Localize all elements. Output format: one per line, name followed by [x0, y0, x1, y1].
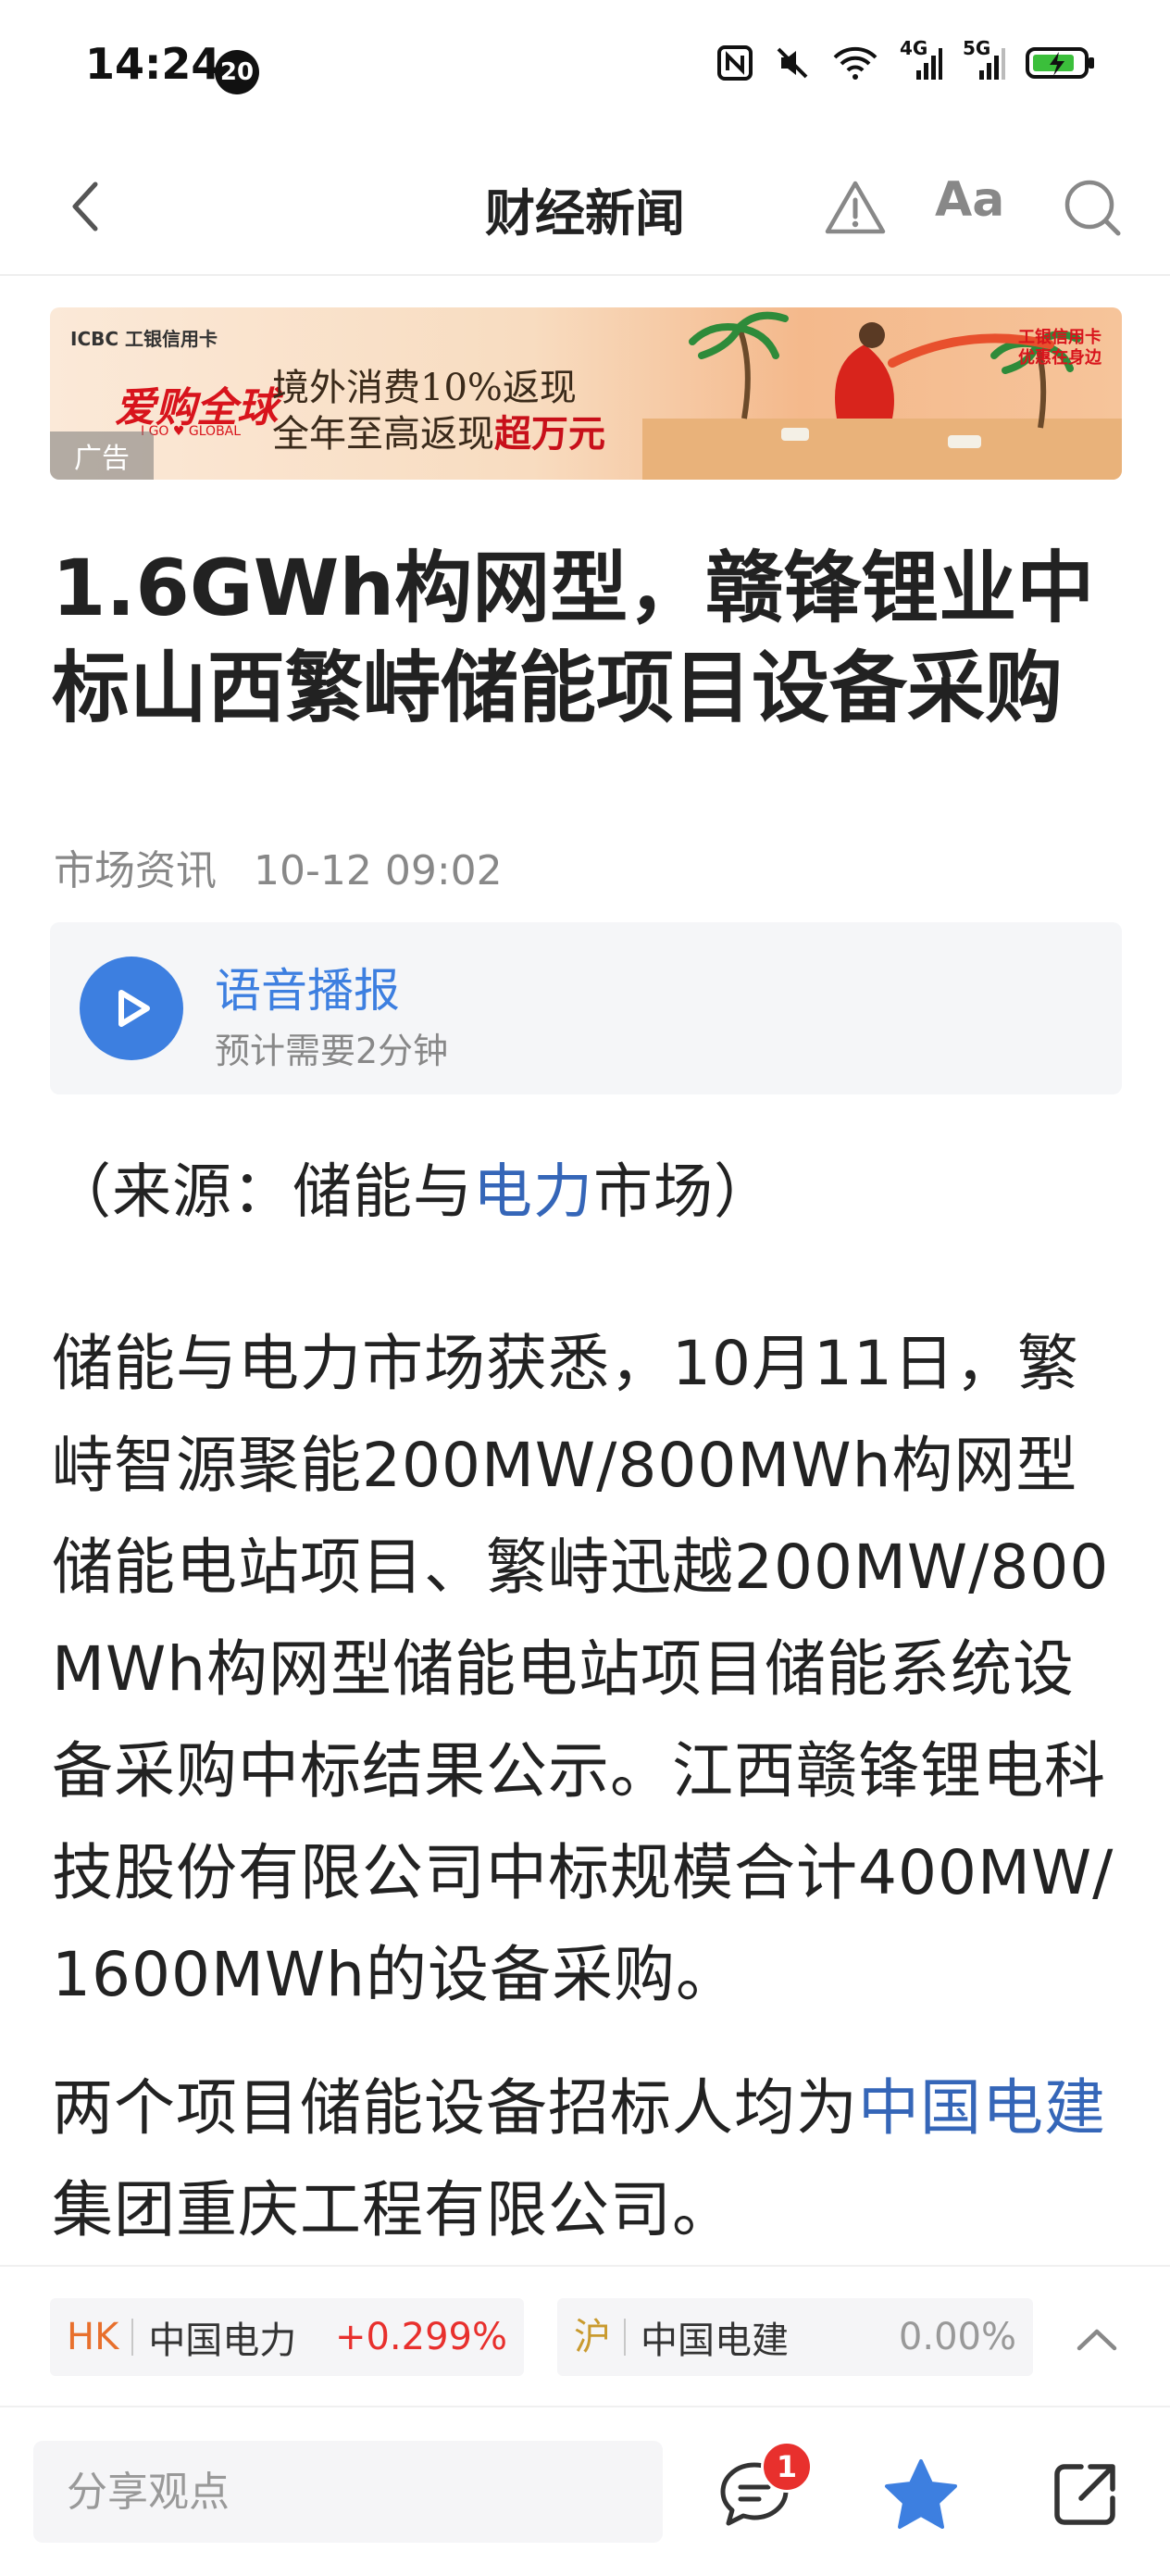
share-button[interactable]: [1048, 2457, 1122, 2532]
favorite-button[interactable]: [879, 2454, 963, 2537]
audio-broadcast-card[interactable]: 语音播报 预计需要2分钟: [50, 922, 1122, 1094]
ad-subline: 全年至高返现超万元: [272, 412, 605, 456]
play-icon: [118, 990, 150, 1027]
wifi-icon: [831, 44, 879, 81]
signal-5g-icon: 5G: [963, 37, 1005, 81]
related-stocks-bar: HK 中国电力 +0.299% 沪 中国电建 0.00%: [0, 2265, 1170, 2406]
stock-chip-powerchina[interactable]: 沪 中国电建 0.00%: [557, 2298, 1033, 2376]
share-icon: [1054, 2464, 1115, 2525]
ad-label: 广告: [50, 431, 154, 480]
stock-exchange: HK: [50, 2319, 134, 2356]
search-button[interactable]: [1059, 174, 1126, 241]
comment-count-badge: 1: [761, 2441, 813, 2493]
article-paragraph-2: 两个项目储能设备招标人均为中国电建集团重庆工程有限公司。: [52, 2072, 1106, 2245]
mute-icon: [774, 44, 811, 81]
source-line: （来源：储能与电力市场）: [52, 1158, 774, 1227]
link-powerchina[interactable]: 中国电建: [858, 2072, 1106, 2144]
ad-logo-sub: I GO ♥ GLOBAL: [141, 424, 242, 439]
report-button[interactable]: [822, 174, 889, 241]
ad-banner[interactable]: ICBC 工银信用卡 爱购全球 I GO ♥ GLOBAL 境外消费10%返现 …: [50, 307, 1122, 480]
status-icons: 4G 5G: [716, 37, 1096, 81]
status-bar: 14:24 20 4G 5G: [0, 0, 1170, 139]
stock-change: 0.00%: [898, 2316, 1016, 2358]
battery-icon: [1026, 44, 1096, 81]
warning-icon: [825, 181, 886, 234]
stock-change: +0.299%: [334, 2316, 507, 2358]
signal-4g-icon: 4G: [900, 37, 942, 81]
nav-bar: 财经新闻 Aa: [0, 139, 1170, 276]
audio-title: 语音播报: [215, 964, 400, 1018]
stock-chip-china-power[interactable]: HK 中国电力 +0.299%: [50, 2298, 524, 2376]
stock-exchange: 沪: [557, 2319, 626, 2356]
font-size-button[interactable]: Aa: [935, 172, 1004, 228]
search-icon: [1064, 180, 1121, 236]
star-icon: [885, 2459, 957, 2529]
article-meta: 市场资讯 10-12 09:02: [54, 837, 527, 896]
audio-duration: 预计需要2分钟: [215, 1031, 449, 1071]
share-opinion-input[interactable]: [33, 2441, 663, 2543]
notification-count-badge: 20: [215, 50, 259, 94]
bottom-action-bar: 1: [0, 2406, 1170, 2576]
nfc-icon: [716, 44, 753, 81]
link-electric-power[interactable]: 电力: [473, 1158, 593, 1227]
stock-name: 中国电建: [641, 2320, 789, 2362]
play-button[interactable]: [80, 957, 183, 1060]
expand-stocks-button[interactable]: [1074, 2320, 1120, 2357]
article-paragraph-1: 储能与电力市场获悉，10月11日，繁峙智源聚能200MW/800MWh构网型储能…: [52, 1328, 1114, 2010]
ad-brand: ICBC 工银信用卡: [70, 328, 218, 350]
article-datetime: 10-12 09:02: [254, 847, 503, 894]
status-time: 14:24: [85, 39, 221, 89]
article-source[interactable]: 市场资讯: [54, 847, 217, 894]
stock-name: 中国电力: [148, 2320, 297, 2362]
ad-right-tag: 工银信用卡 优惠在身边: [1018, 328, 1102, 368]
chevron-up-icon: [1077, 2329, 1117, 2351]
article-title: 1.6GWh构网型，赣锋锂业中标山西繁峙储能项目设备采购: [52, 543, 1095, 733]
